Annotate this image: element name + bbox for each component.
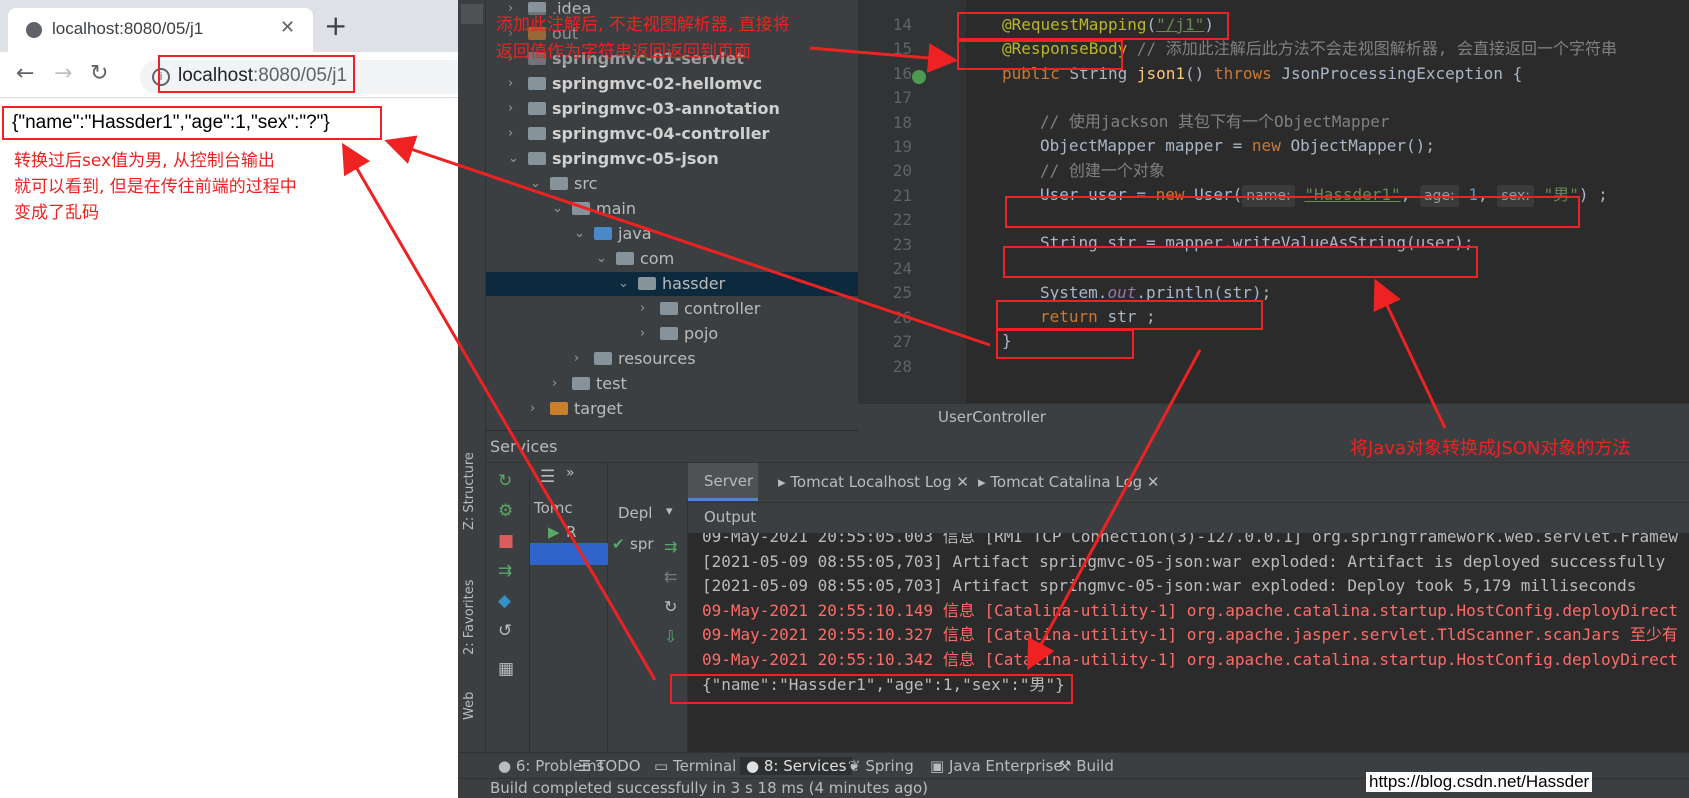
arrow-to-responsebody — [809, 43, 958, 73]
annotation-arrows — [341, 43, 1447, 681]
arrow-return-to-console — [1027, 349, 1202, 671]
arrow-console-to-browser — [341, 142, 657, 681]
arrow-to-write-value — [1373, 278, 1447, 429]
arrow-to-browser-output — [384, 135, 991, 347]
